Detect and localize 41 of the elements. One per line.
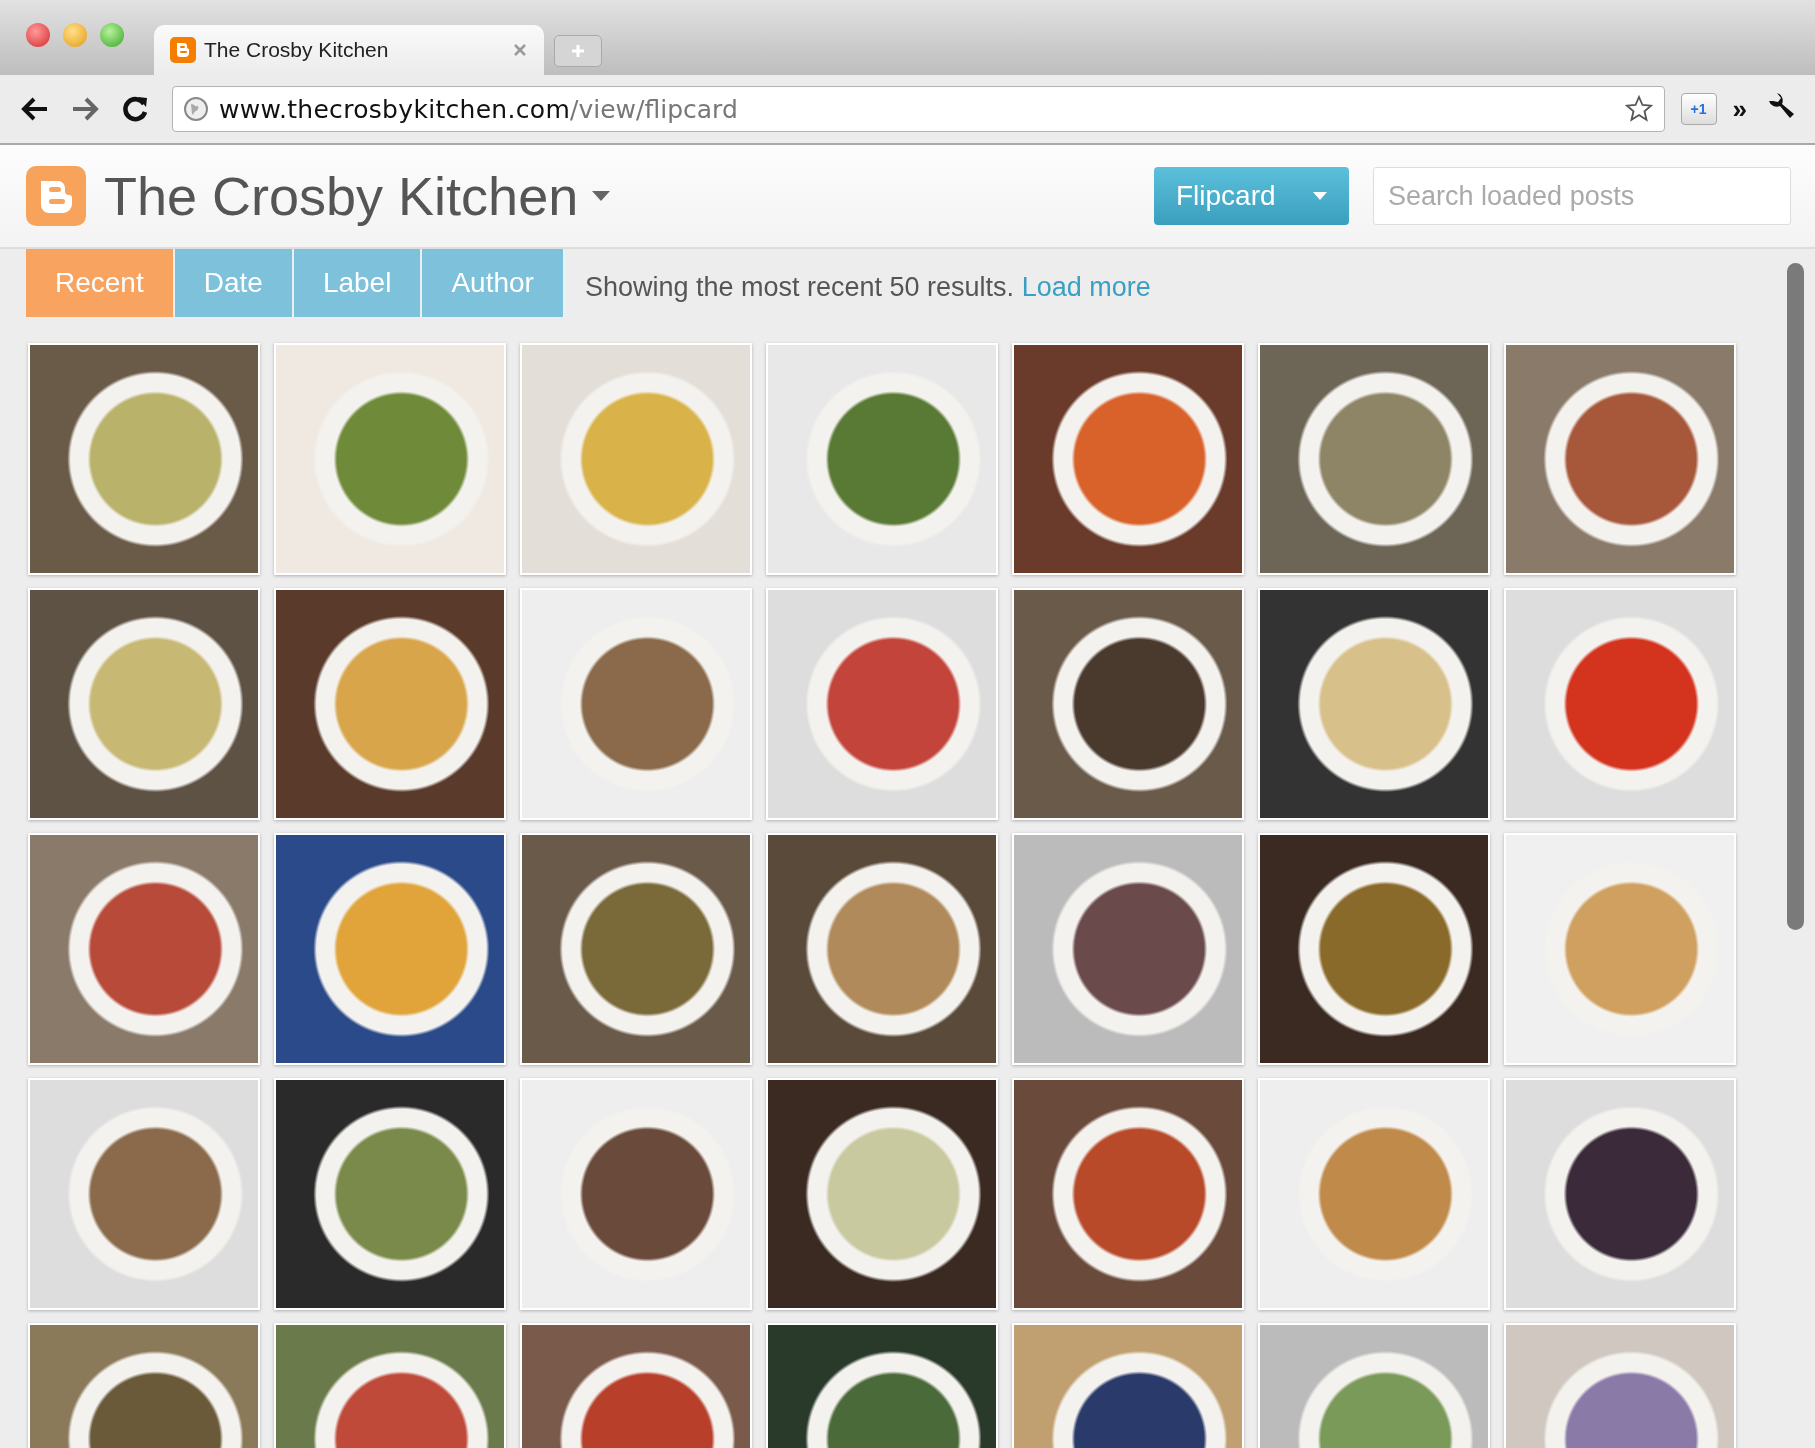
address-bar[interactable]: www.thecrosbykitchen.com/view/flipcard [172,86,1665,132]
blogger-logo-icon [26,166,86,226]
load-more-link[interactable]: Load more [1021,271,1151,302]
blogger-logo-icon [170,37,196,63]
photo-placeholder[interactable] [28,343,260,575]
scrollbar-thumb[interactable] [1786,263,1804,930]
caret-icon[interactable] [592,191,611,201]
view-dropdown-button[interactable]: Flipcard [1154,167,1349,225]
overflow-chevron[interactable]: » [1732,93,1747,125]
photo-placeholder[interactable] [766,1078,998,1310]
filter-tab[interactable]: Date [174,249,294,317]
filter-tab[interactable]: Author [422,249,565,317]
photo-placeholder[interactable] [274,833,506,1065]
photo-placeholder[interactable] [274,588,506,820]
photo-placeholder[interactable] [766,833,998,1065]
extension-button[interactable]: +1 [1680,93,1717,125]
status-text: Showing the most recent 50 results. Load more [584,271,1151,303]
star-icon[interactable] [1623,94,1654,124]
photo-placeholder[interactable] [1012,833,1244,1065]
search-field[interactable]: Search loaded posts [1373,167,1791,225]
browser-tab[interactable]: The Crosby Kitchen [154,25,544,75]
photo-placeholder[interactable] [520,833,752,1065]
close-tab-icon[interactable] [512,42,528,58]
filter-tab[interactable]: Recent [26,249,175,317]
globe-icon [183,96,209,122]
photo-placeholder[interactable] [274,1078,506,1310]
photo-placeholder[interactable] [520,1078,752,1310]
photo-placeholder[interactable] [1012,1078,1244,1310]
plus-icon [570,43,586,59]
caret-icon [1313,192,1327,200]
photo-placeholder[interactable] [1012,588,1244,820]
filter-tab[interactable]: Label [293,249,423,317]
tab-title: The Crosby Kitchen [204,38,390,62]
photo-placeholder[interactable] [1504,1078,1736,1310]
photo-placeholder[interactable] [1258,588,1490,820]
close-window-button[interactable] [26,22,50,47]
photo-placeholder[interactable] [1012,343,1244,575]
blog-title[interactable]: The Crosby Kitchen [104,165,579,227]
photo-placeholder[interactable] [28,588,260,820]
url-text: www.thecrosbykitchen.com/view/flipcard [219,94,739,124]
photo-placeholder[interactable] [1258,833,1490,1065]
